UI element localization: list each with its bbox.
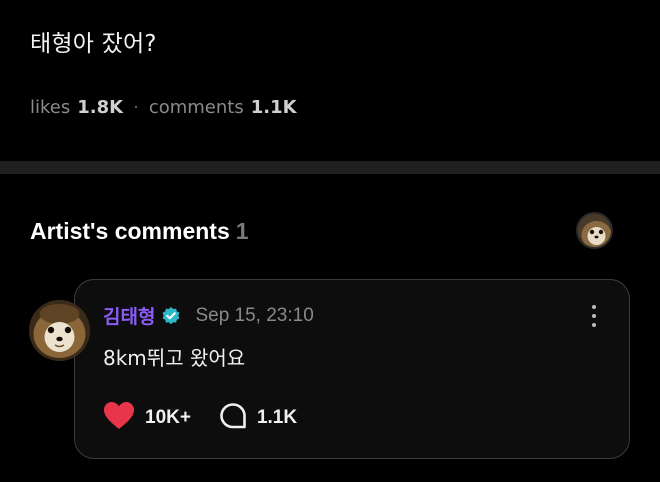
post-text: 태형아 잤어?: [30, 31, 157, 57]
artist-comments-title: Artist's comments: [30, 218, 230, 244]
verified-badge-icon: [161, 306, 181, 326]
comments-label[interactable]: comments: [149, 97, 244, 118]
more-options-icon[interactable]: [584, 302, 604, 330]
comment-header: 김태형 Sep 15, 23:10: [103, 302, 314, 329]
separator-dot: ·: [133, 97, 139, 118]
like-count: 10K+: [145, 406, 191, 428]
reply-count: 1.1K: [256, 406, 298, 428]
comment-actions: 10K+ 1.1K: [103, 401, 325, 434]
artist-comments-heading: Artist's comments 1: [30, 218, 249, 245]
post-stats: likes 1.8K · comments 1.1K: [30, 97, 297, 118]
comment-bubble-icon: [219, 402, 247, 434]
section-divider: [0, 161, 660, 174]
author-avatar[interactable]: [29, 300, 90, 361]
like-button[interactable]: 10K+: [103, 401, 191, 434]
heart-icon: [103, 401, 135, 434]
reply-button[interactable]: 1.1K: [219, 402, 297, 434]
author-name[interactable]: 김태형: [103, 302, 155, 329]
comments-count[interactable]: 1.1K: [251, 97, 297, 118]
comment-timestamp: Sep 15, 23:10: [195, 304, 314, 326]
artist-filter-avatar[interactable]: [576, 212, 613, 249]
likes-label: likes: [30, 97, 71, 118]
artist-comments-count: 1: [235, 218, 249, 244]
likes-count: 1.8K: [77, 97, 124, 118]
comment-body: 8km뛰고 왔어요: [103, 346, 246, 370]
